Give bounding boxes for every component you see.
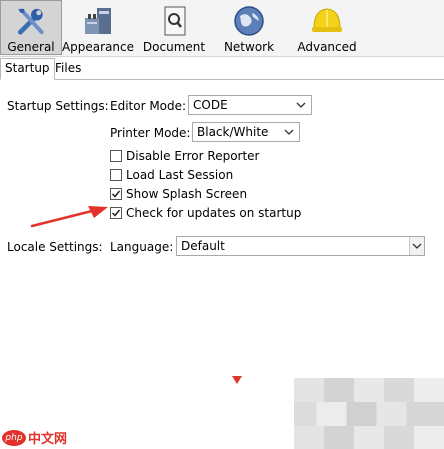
check-updates-checkbox[interactable] [110, 207, 122, 219]
load-last-session-label: Load Last Session [126, 168, 234, 182]
chevron-down-icon [409, 237, 424, 255]
watermark-logo: php 中文网 [2, 428, 67, 447]
toolbar-document-button[interactable]: Document [140, 0, 208, 55]
blurred-region [294, 378, 444, 449]
disable-error-reporter-label: Disable Error Reporter [126, 149, 260, 163]
toolbar-network-button[interactable]: Network [216, 0, 282, 55]
watermark-text: 中文网 [28, 432, 68, 447]
watermark-badge: php [2, 429, 26, 446]
checkmark-icon [111, 190, 121, 198]
red-triangle-icon [232, 376, 242, 384]
toolbar-general-label: General [7, 40, 55, 54]
load-last-session-option[interactable]: Load Last Session [110, 167, 233, 183]
chevron-down-icon [296, 102, 306, 108]
hardhat-icon [312, 8, 342, 32]
printer-mode-select[interactable]: Black/White [192, 122, 300, 142]
editor-mode-label: Editor Mode: [110, 99, 187, 113]
show-splash-screen-option[interactable]: Show Splash Screen [110, 186, 247, 202]
annotation-arrow-icon [30, 206, 108, 228]
toolbar-appearance-label: Appearance [61, 40, 135, 54]
toolbar-network-label: Network [223, 40, 275, 54]
printer-mode-value: Black/White [197, 125, 269, 139]
printer-mode-label: Printer Mode: [110, 126, 191, 140]
language-label: Language: [110, 240, 174, 254]
toolbar-advanced-button[interactable]: Advanced [294, 0, 360, 55]
startup-settings-label: Startup Settings: [7, 99, 109, 113]
toolbar-appearance-button[interactable]: Appearance [61, 0, 135, 55]
check-updates-label: Check for updates on startup [126, 206, 302, 220]
globe-icon [234, 6, 264, 36]
toolbar-general-button[interactable]: General [0, 0, 62, 55]
document-icon [164, 6, 186, 36]
preferences-toolbar: General Appearance Document Network Adva… [0, 0, 444, 57]
disable-error-reporter-checkbox[interactable] [110, 150, 122, 162]
language-select[interactable]: Default [176, 236, 425, 256]
editor-mode-select[interactable]: CODE [188, 95, 312, 115]
disable-error-reporter-option[interactable]: Disable Error Reporter [110, 148, 260, 164]
chevron-down-icon [284, 129, 294, 135]
appearance-icon [85, 8, 111, 34]
show-splash-screen-checkbox[interactable] [110, 188, 122, 200]
tab-startup[interactable]: Startup [0, 58, 55, 80]
tools-icon [17, 8, 44, 35]
settings-tabs: Startup Files [0, 58, 444, 80]
tab-files[interactable]: Files [50, 58, 86, 78]
show-splash-screen-label: Show Splash Screen [126, 187, 248, 201]
checkmark-icon [111, 209, 121, 217]
language-value: Default [181, 239, 225, 253]
load-last-session-checkbox[interactable] [110, 169, 122, 181]
check-updates-option[interactable]: Check for updates on startup [110, 205, 301, 221]
toolbar-document-label: Document [142, 40, 206, 54]
locale-settings-label: Locale Settings: [7, 240, 103, 254]
editor-mode-value: CODE [193, 98, 228, 112]
toolbar-advanced-label: Advanced [297, 40, 357, 54]
